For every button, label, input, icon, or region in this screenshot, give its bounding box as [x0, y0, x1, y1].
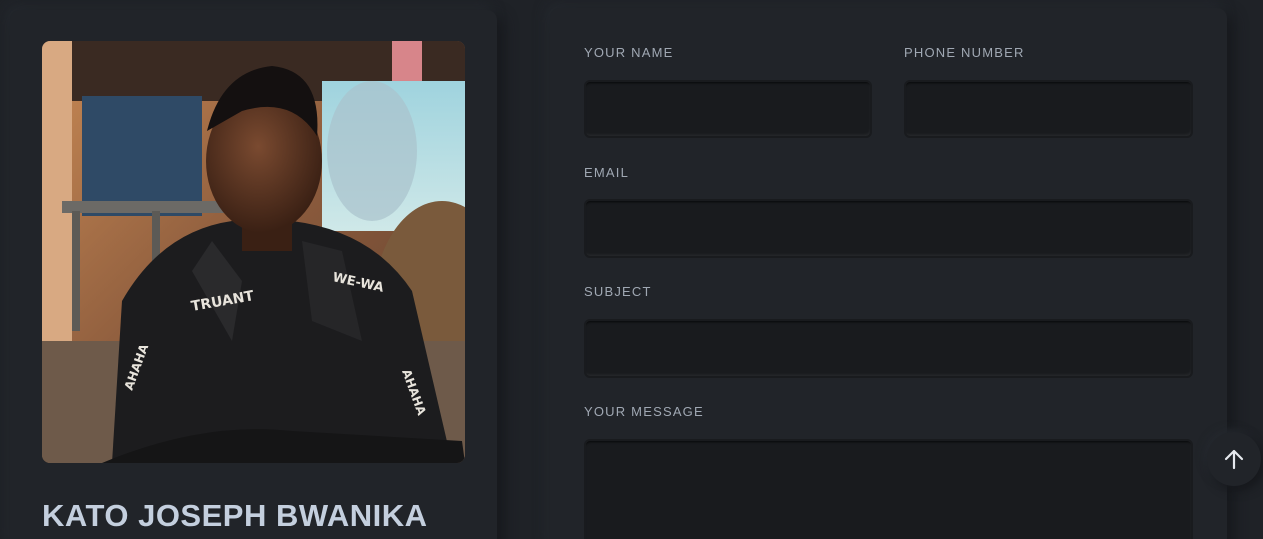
arrow-up-icon: [1224, 449, 1244, 470]
phone-input[interactable]: [904, 80, 1193, 138]
email-input[interactable]: [584, 199, 1193, 258]
name-input[interactable]: [584, 80, 872, 138]
contact-form: YOUR NAME PHONE NUMBER EMAIL SUBJECT YOU…: [550, 8, 1227, 539]
message-textarea[interactable]: [584, 439, 1193, 539]
scroll-to-top-button[interactable]: [1207, 432, 1261, 486]
contact-section: TRUANT WE-WA AHAHA AHAHA KATO JOSEPH BWA…: [0, 0, 1263, 539]
name-label: YOUR NAME: [584, 45, 674, 60]
profile-card: TRUANT WE-WA AHAHA AHAHA KATO JOSEPH BWA…: [10, 10, 497, 539]
message-label: YOUR MESSAGE: [584, 404, 704, 419]
subject-input[interactable]: [584, 319, 1193, 378]
profile-name: KATO JOSEPH BWANIKA: [42, 498, 428, 533]
phone-label: PHONE NUMBER: [904, 45, 1025, 60]
email-label: EMAIL: [584, 165, 630, 180]
subject-label: SUBJECT: [584, 284, 652, 299]
profile-photo: TRUANT WE-WA AHAHA AHAHA: [42, 41, 465, 463]
